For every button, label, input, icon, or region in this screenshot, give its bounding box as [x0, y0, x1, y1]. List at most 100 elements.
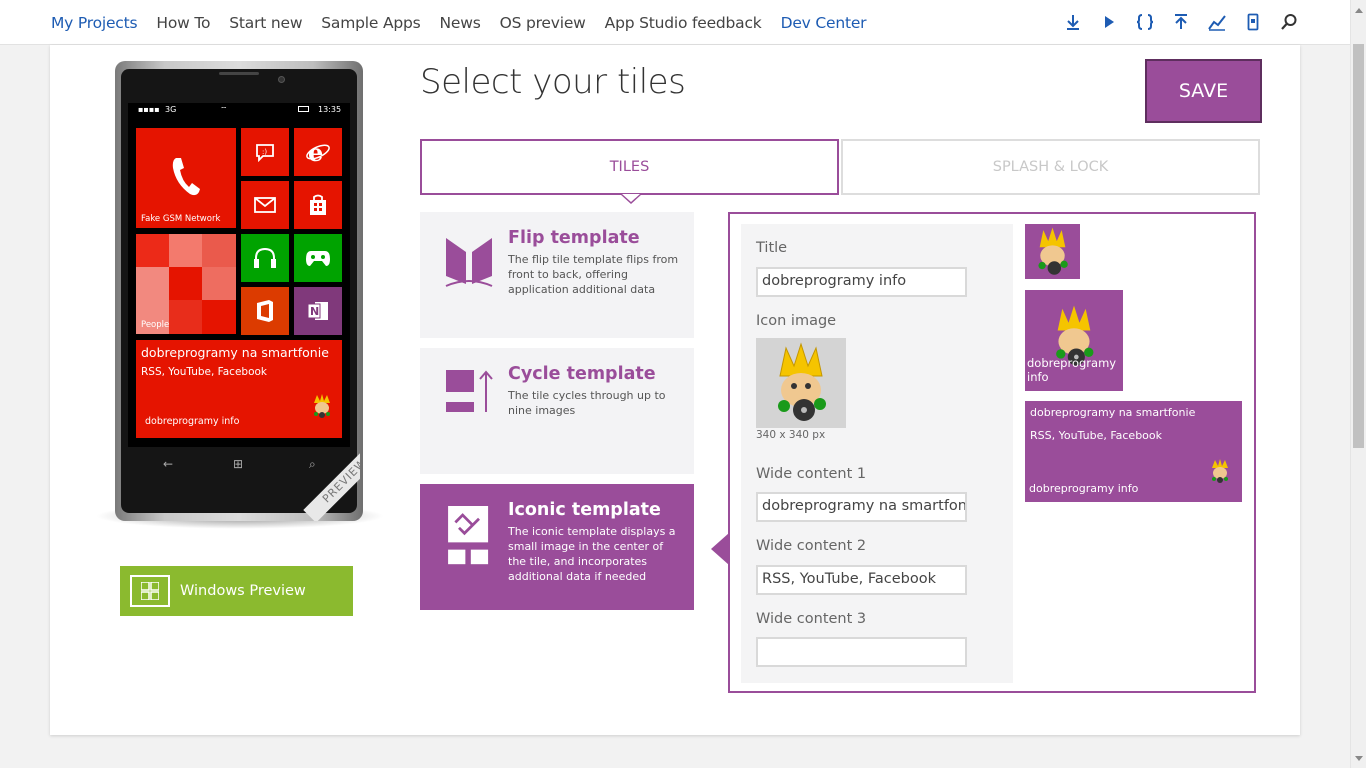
- scroll-up-arrow-icon[interactable]: [1355, 8, 1363, 13]
- flip-template-description: The flip tile template flips from front …: [508, 253, 679, 296]
- wide-iconic-tile: dobreprogramy na smartfonie RSS, YouTube…: [136, 340, 342, 438]
- download-icon[interactable]: [1062, 10, 1084, 34]
- wide-content-1-input[interactable]: dobreprogramy na smartfonie: [756, 492, 967, 522]
- internet-explorer-tile: e: [294, 128, 342, 176]
- office-tile: [241, 287, 289, 335]
- internet-explorer-icon: e: [306, 140, 330, 164]
- tab-tiles[interactable]: TILES: [420, 139, 839, 195]
- main-panel: ▪▪▪▪ 3G ⌔ 13:35 Fake GSM Network :) e Pe…: [50, 45, 1300, 735]
- windows-preview-label: Windows Preview: [180, 583, 306, 599]
- onenote-icon: N: [307, 302, 328, 320]
- battery-icon: [298, 106, 309, 112]
- mascot-icon: [1038, 227, 1068, 275]
- wide-content-3-input[interactable]: [756, 637, 967, 667]
- phone-icon[interactable]: [1242, 10, 1264, 34]
- mascot-icon: [1212, 459, 1228, 483]
- store-bag-icon: [310, 194, 326, 215]
- wide-content-1-label: Wide content 1: [756, 466, 867, 482]
- nav-app-studio-feedback[interactable]: App Studio feedback: [605, 14, 762, 32]
- music-tile: [241, 234, 289, 282]
- selected-template-pointer: [711, 533, 729, 565]
- onenote-tile: N: [294, 287, 342, 335]
- iconic-template-icon: [448, 506, 489, 565]
- tab-active-indicator-inner: [622, 194, 640, 202]
- game-controller-icon: [306, 251, 330, 266]
- store-tile: [294, 181, 342, 229]
- phone-preview: ▪▪▪▪ 3G ⌔ 13:35 Fake GSM Network :) e Pe…: [115, 61, 363, 521]
- windows-start-icon: ⊞: [233, 457, 244, 471]
- windows-preview-button[interactable]: Windows Preview: [120, 566, 353, 616]
- iconic-template-description: The iconic template displays a small ima…: [508, 525, 676, 583]
- nav-dev-center[interactable]: Dev Center: [781, 14, 867, 32]
- phone-status-bar: ▪▪▪▪ 3G ⌔ 13:35: [128, 103, 350, 117]
- windows-logo-icon: [130, 575, 170, 607]
- iconic-template-option[interactable]: Iconic template The iconic template disp…: [420, 484, 694, 610]
- cycle-template-option[interactable]: Cycle template The tile cycles through u…: [420, 348, 694, 474]
- mascot-icon: [778, 342, 826, 421]
- phone-handset-icon: [172, 158, 200, 196]
- headphones-icon: [254, 247, 276, 268]
- nav-toolbar: [1062, 10, 1314, 34]
- scroll-down-arrow-icon[interactable]: [1355, 756, 1363, 761]
- mail-icon: [254, 197, 276, 213]
- flip-template-title: Flip template: [508, 228, 640, 248]
- scroll-thumb[interactable]: [1353, 44, 1364, 448]
- code-braces-icon[interactable]: [1134, 10, 1156, 34]
- medium-tile-title: dobreprogramy info: [1027, 356, 1117, 384]
- small-tile-preview: [1025, 224, 1080, 279]
- analytics-icon[interactable]: [1206, 10, 1228, 34]
- title-input[interactable]: dobreprogramy info: [756, 267, 967, 297]
- preview-ribbon-label: PREVIEW: [303, 446, 360, 521]
- play-icon[interactable]: [1098, 10, 1120, 34]
- phone-tile: Fake GSM Network: [136, 128, 236, 228]
- nav-how-to[interactable]: How To: [156, 14, 210, 32]
- title-label: Title: [756, 240, 788, 256]
- medium-tile-preview: dobreprogramy info: [1025, 290, 1123, 391]
- wifi-icon: ⌔: [220, 105, 228, 114]
- phone-screen: ▪▪▪▪ 3G ⌔ 13:35 Fake GSM Network :) e Pe…: [128, 103, 350, 447]
- nav-os-preview[interactable]: OS preview: [500, 14, 586, 32]
- signal-icon: ▪▪▪▪: [138, 105, 160, 114]
- mail-tile: [241, 181, 289, 229]
- svg-text:N: N: [310, 305, 319, 318]
- flip-template-icon: [445, 238, 493, 287]
- publish-icon[interactable]: [1170, 10, 1192, 34]
- wide-preview-line2: RSS, YouTube, Facebook: [1030, 429, 1163, 442]
- svg-text:e: e: [308, 140, 323, 164]
- icon-image-picker[interactable]: [756, 338, 846, 428]
- tile-editor: Title dobreprogramy info Icon image 340 …: [728, 212, 1256, 693]
- wide-tile-line2: RSS, YouTube, Facebook: [141, 366, 268, 378]
- office-icon: [257, 300, 273, 322]
- cycle-template-title: Cycle template: [508, 364, 656, 384]
- mascot-icon: [314, 394, 330, 418]
- people-tile-label: People: [141, 320, 170, 330]
- wide-tile-preview: dobreprogramy na smartfonie RSS, YouTube…: [1025, 401, 1242, 502]
- cycle-template-icon: [446, 370, 493, 412]
- wide-content-3-label: Wide content 3: [756, 611, 867, 627]
- people-tile: People: [136, 234, 236, 334]
- nav-news[interactable]: News: [440, 14, 481, 32]
- wide-tile-line3: dobreprogramy info: [145, 416, 240, 427]
- phone-speaker: [219, 72, 259, 75]
- nav-my-projects[interactable]: My Projects: [51, 14, 138, 32]
- icon-size-hint: 340 x 340 px: [756, 429, 826, 441]
- wide-content-2-input[interactable]: RSS, YouTube, Facebook: [756, 565, 967, 595]
- nav-sample-apps[interactable]: Sample Apps: [321, 14, 420, 32]
- wide-preview-line1: dobreprogramy na smartfonie: [1030, 406, 1196, 419]
- cycle-template-description: The tile cycles through up to nine image…: [508, 389, 666, 417]
- svg-text::): :): [262, 148, 267, 156]
- icon-image-label: Icon image: [756, 313, 837, 329]
- wide-tile-line1: dobreprogramy na smartfonie: [141, 345, 329, 360]
- save-button[interactable]: SAVE: [1145, 59, 1262, 123]
- nav-start-new[interactable]: Start new: [229, 14, 302, 32]
- messaging-tile: :): [241, 128, 289, 176]
- page-scrollbar[interactable]: [1350, 0, 1366, 768]
- phone-camera: [278, 76, 285, 83]
- top-navigation: My Projects How To Start new Sample Apps…: [0, 0, 1350, 45]
- wide-content-2-label: Wide content 2: [756, 538, 867, 554]
- status-time: 13:35: [318, 105, 342, 114]
- search-icon[interactable]: [1278, 10, 1300, 34]
- flip-template-option[interactable]: Flip template The flip tile template fli…: [420, 212, 694, 338]
- tab-splash-lock[interactable]: SPLASH & LOCK: [841, 139, 1260, 195]
- iconic-template-title: Iconic template: [508, 500, 661, 520]
